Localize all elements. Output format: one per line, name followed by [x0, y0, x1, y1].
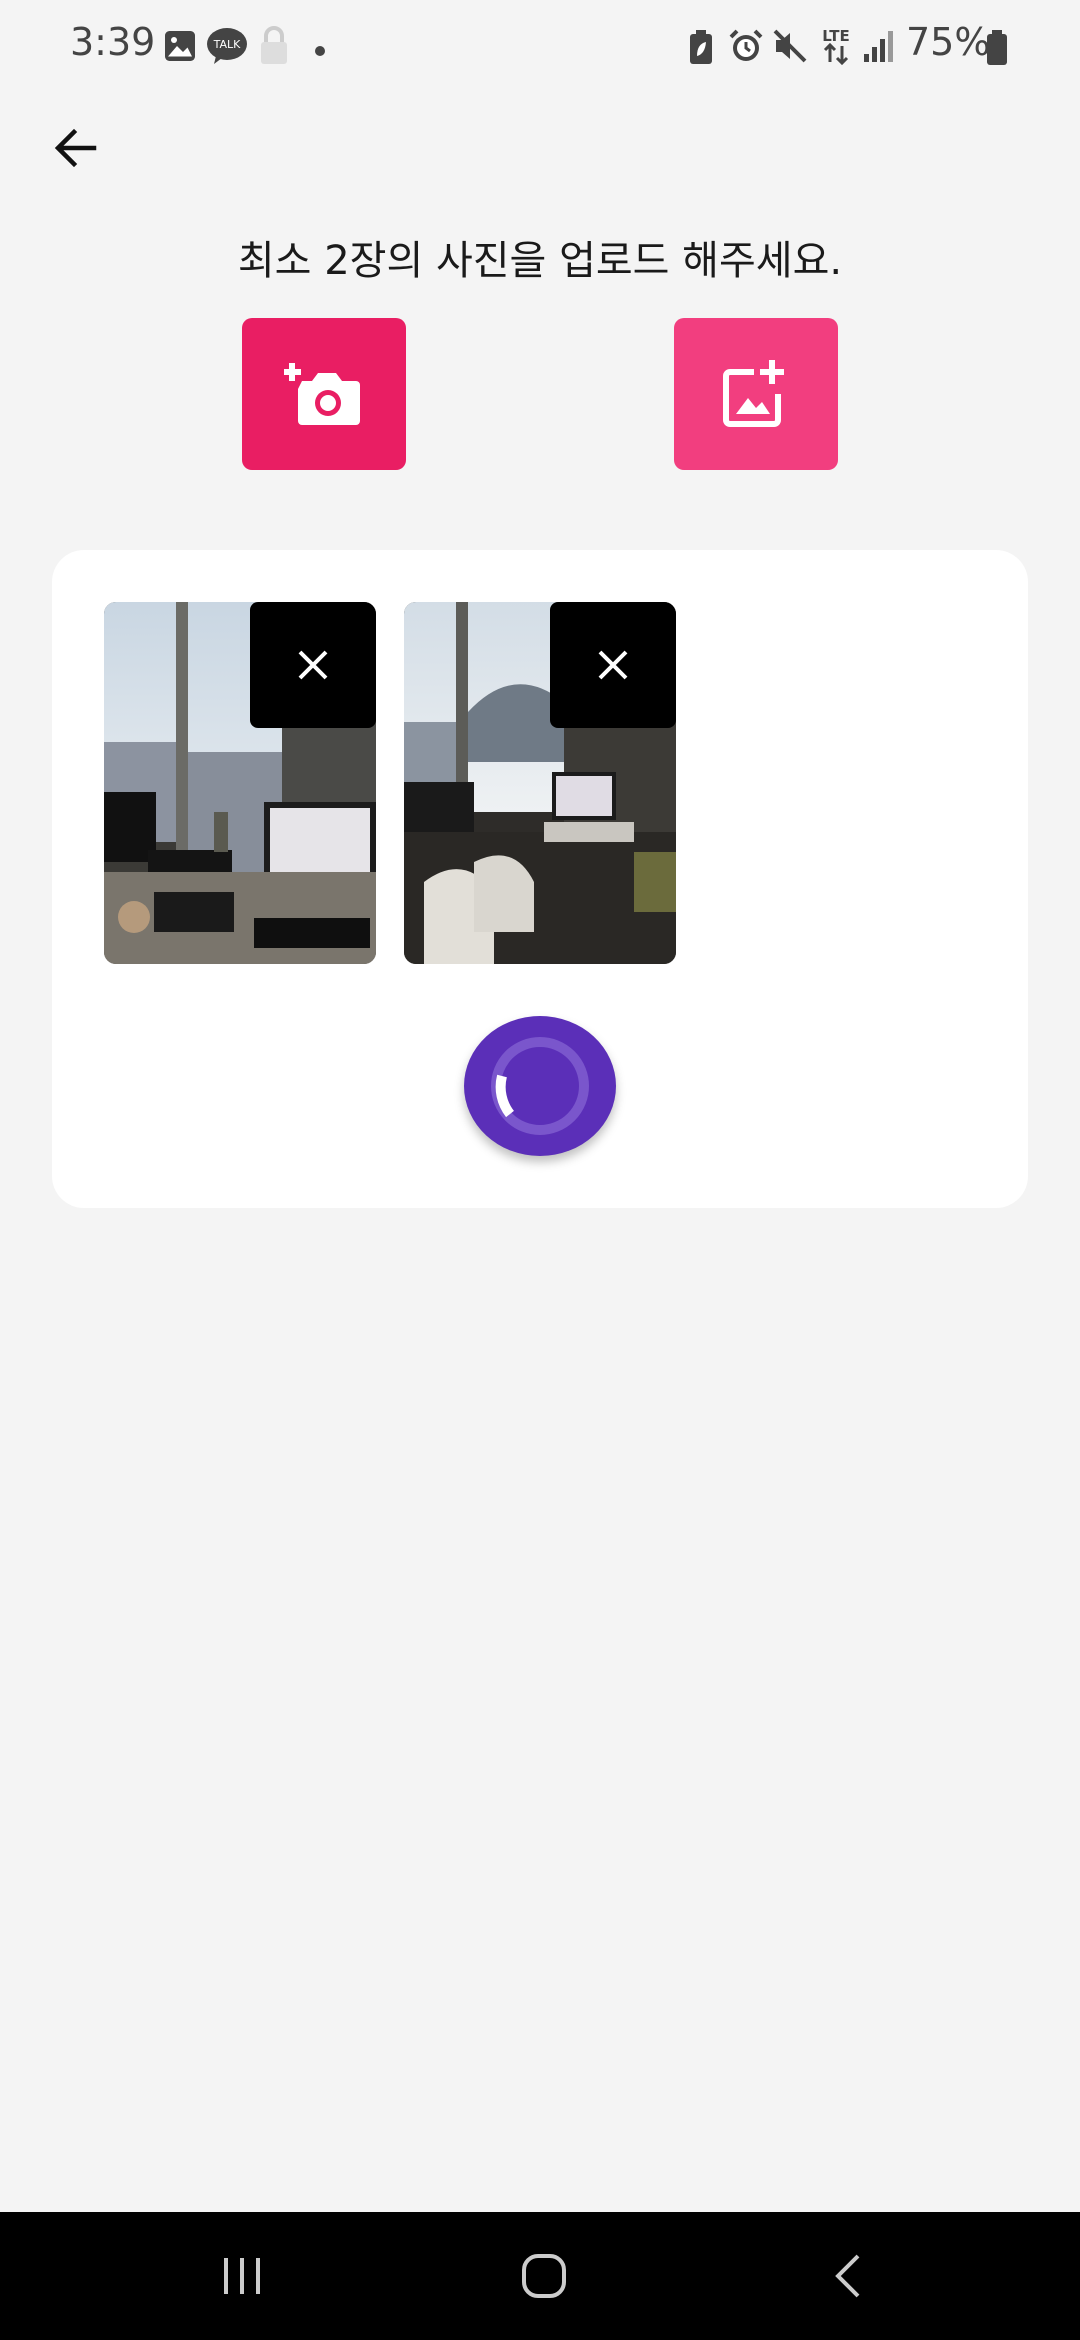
status-bar: 3:39 TALK LTE 75%: [0, 0, 1080, 96]
photo-thumbnail[interactable]: [104, 602, 376, 964]
lock-icon: [258, 26, 290, 70]
system-back-button[interactable]: [808, 2240, 888, 2312]
add-camera-icon: [284, 363, 360, 425]
kakaotalk-icon: TALK: [206, 26, 248, 70]
upload-progress-button[interactable]: [464, 1016, 616, 1156]
home-button[interactable]: [504, 2240, 584, 2312]
recent-apps-button[interactable]: [202, 2240, 282, 2312]
take-photo-button[interactable]: [242, 318, 406, 470]
photo-thumbnail[interactable]: [404, 602, 676, 964]
battery-percent: 75%: [906, 20, 991, 64]
recent-apps-icon: [224, 2258, 260, 2294]
remove-photo-button[interactable]: [550, 602, 676, 728]
gallery-notification-icon: [162, 28, 198, 68]
back-chevron-icon: [835, 2254, 860, 2298]
home-icon: [522, 2254, 566, 2298]
kakaotalk-label: TALK: [213, 38, 242, 51]
photo-list-card: [52, 550, 1028, 1208]
lte-icon: LTE: [818, 26, 854, 70]
add-photo-icon: [723, 360, 784, 427]
close-icon: [598, 650, 628, 680]
upload-instruction: 최소 2장의 사진을 업로드 해주세요.: [237, 238, 843, 284]
system-navigation-bar: [0, 2212, 1080, 2340]
close-icon: [298, 650, 328, 680]
alarm-icon: [728, 28, 764, 68]
signal-icon: [862, 28, 896, 68]
lte-label: LTE: [822, 27, 850, 45]
battery-saver-icon: [688, 30, 714, 70]
arrow-left-icon: [54, 128, 97, 168]
status-time: 3:39: [70, 20, 156, 64]
remove-photo-button[interactable]: [250, 602, 376, 728]
spinner-icon: [491, 1037, 589, 1135]
dot-icon: [314, 42, 326, 61]
battery-icon: [986, 30, 1008, 70]
mute-icon: [772, 28, 810, 68]
pick-from-gallery-button[interactable]: [674, 318, 838, 470]
back-button[interactable]: [40, 112, 112, 184]
